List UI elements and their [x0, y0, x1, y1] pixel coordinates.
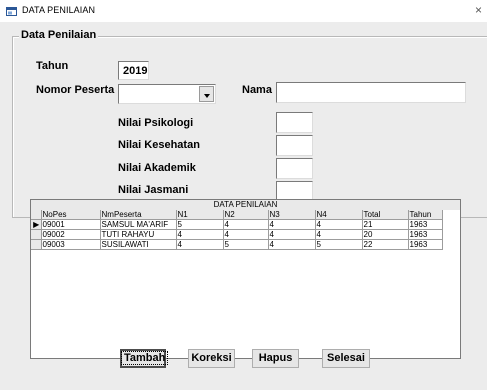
cell-n2[interactable]: 5 — [223, 239, 269, 250]
group-title: Data Penilaian — [19, 29, 99, 41]
cell-n1[interactable]: 5 — [176, 219, 224, 230]
close-icon[interactable]: × — [475, 3, 487, 19]
column-header-nopes[interactable]: NoPes — [41, 210, 101, 220]
app-window-icon — [6, 7, 17, 16]
nilai-kesehatan-field[interactable] — [276, 135, 313, 156]
cell-nopes[interactable]: 09003 — [41, 239, 101, 250]
cell-n3[interactable]: 4 — [268, 239, 316, 250]
hapus-button[interactable]: Hapus — [252, 349, 299, 368]
cell-n1[interactable]: 4 — [176, 229, 224, 240]
nama-field[interactable] — [276, 82, 466, 103]
cell-total[interactable]: 20 — [362, 229, 409, 240]
selesai-button[interactable]: Selesai — [322, 349, 370, 368]
cell-n3[interactable]: 4 — [268, 229, 316, 240]
column-header-n2[interactable]: N2 — [223, 210, 269, 220]
cell-n3[interactable]: 4 — [268, 219, 316, 230]
cell-n4[interactable]: 5 — [315, 239, 363, 250]
koreksi-button[interactable]: Koreksi — [188, 349, 235, 368]
window-title: DATA PENILAIAN — [22, 5, 96, 15]
nilai-akademik-field[interactable] — [276, 158, 313, 179]
koreksi-button-label: Koreksi — [191, 352, 232, 364]
column-header-total[interactable]: Total — [362, 210, 409, 220]
grid-table: NoPes NmPeserta N1 N2 N3 N4 Total Tahun … — [31, 210, 443, 250]
hapus-button-label: Hapus — [258, 352, 293, 364]
grid-header-row: NoPes NmPeserta N1 N2 N3 N4 Total Tahun — [31, 210, 443, 220]
row-selector[interactable] — [31, 239, 42, 250]
column-header-n1[interactable]: N1 — [176, 210, 224, 220]
cell-nmpeserta[interactable]: SUSILAWATI — [100, 239, 177, 250]
selesai-button-label: Selesai — [327, 352, 365, 364]
table-row[interactable]: 09002 TUTI RAHAYU 4 4 4 4 20 1963 — [31, 229, 443, 240]
table-row[interactable]: 09003 SUSILAWATI 4 5 4 5 22 1963 — [31, 239, 443, 250]
nomor-peserta-label: Nomor Peserta — [36, 84, 115, 96]
cell-n4[interactable]: 4 — [315, 229, 363, 240]
column-header-n3[interactable]: N3 — [268, 210, 316, 220]
nama-label: Nama — [242, 84, 272, 96]
nilai-psikologi-field[interactable] — [276, 112, 313, 133]
cell-tahun[interactable]: 1963 — [408, 229, 443, 240]
nilai-jasmani-label: Nilai Jasmani — [118, 184, 189, 196]
data-penilaian-grid[interactable]: DATA PENILAIAN NoPes NmPeserta N1 N2 N3 … — [30, 199, 461, 359]
cell-n1[interactable]: 4 — [176, 239, 224, 250]
data-penilaian-group: Data Penilaian — [12, 29, 487, 218]
column-header-nmpeserta[interactable]: NmPeserta — [100, 210, 177, 220]
cell-n2[interactable]: 4 — [223, 229, 269, 240]
nilai-psikologi-label: Nilai Psikologi — [118, 117, 194, 129]
tahun-label: Tahun — [36, 60, 69, 72]
cell-total[interactable]: 22 — [362, 239, 409, 250]
cell-nopes[interactable]: 09001 — [41, 219, 101, 230]
grid-caption: DATA PENILAIAN — [31, 200, 460, 210]
table-row[interactable]: ▶ 09001 SAMSUL MA'ARIF 5 4 4 4 21 1963 — [31, 219, 443, 230]
cell-nmpeserta[interactable]: SAMSUL MA'ARIF — [100, 219, 177, 230]
nilai-akademik-label: Nilai Akademik — [118, 162, 196, 174]
cell-n4[interactable]: 4 — [315, 219, 363, 230]
cell-tahun[interactable]: 1963 — [408, 219, 443, 230]
cell-total[interactable]: 21 — [362, 219, 409, 230]
column-header-n4[interactable]: N4 — [315, 210, 363, 220]
title-bar: DATA PENILAIAN × — [0, 0, 487, 23]
chevron-down-icon[interactable] — [199, 86, 214, 102]
grid-row-selector-header — [31, 210, 42, 220]
tambah-button[interactable]: Tambah — [120, 349, 169, 368]
cell-n2[interactable]: 4 — [223, 219, 269, 230]
nomor-peserta-combo[interactable] — [118, 84, 216, 104]
tahun-field[interactable]: 2019 — [118, 61, 149, 80]
cell-tahun[interactable]: 1963 — [408, 239, 443, 250]
row-selector-arrow-icon[interactable]: ▶ — [31, 219, 42, 230]
cell-nopes[interactable]: 09002 — [41, 229, 101, 240]
cell-nmpeserta[interactable]: TUTI RAHAYU — [100, 229, 177, 240]
nilai-kesehatan-label: Nilai Kesehatan — [118, 139, 200, 151]
tambah-button-label: Tambah — [120, 351, 169, 365]
column-header-tahun[interactable]: Tahun — [408, 210, 443, 220]
row-selector[interactable] — [31, 229, 42, 240]
